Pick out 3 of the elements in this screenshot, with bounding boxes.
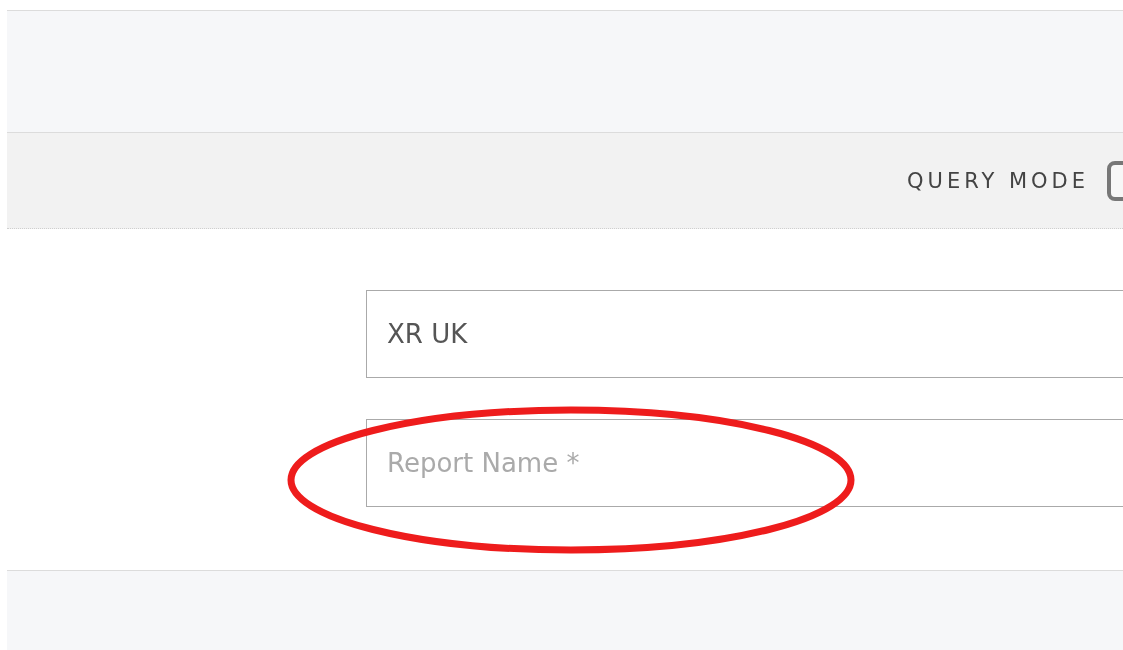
query-mode-label: QUERY MODE bbox=[907, 168, 1089, 193]
text-field[interactable]: Report Name * bbox=[366, 419, 1123, 507]
text-field[interactable]: XR UK bbox=[366, 290, 1123, 378]
